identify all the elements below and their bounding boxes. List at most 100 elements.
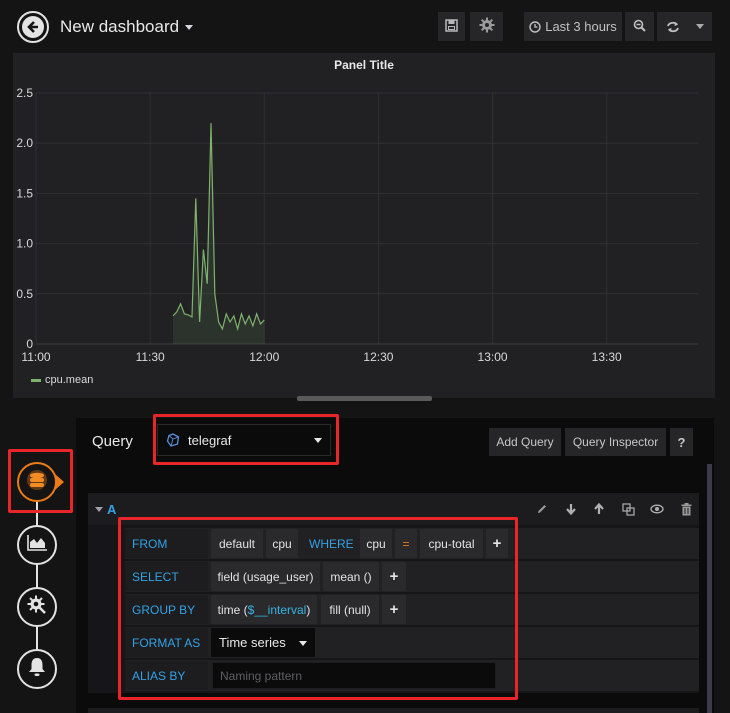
queries-tab[interactable] <box>17 462 57 502</box>
back-button[interactable] <box>17 11 49 43</box>
add-select-part-button[interactable]: + <box>382 562 406 591</box>
x-tick-label: 12:00 <box>249 350 279 364</box>
select-field-segment[interactable]: field (usage_user) <box>211 562 320 591</box>
retention-policy-segment[interactable]: default <box>211 529 263 558</box>
group-by-time-segment[interactable]: time ($__interval) <box>211 595 317 624</box>
refresh-button[interactable] <box>657 12 712 41</box>
add-group-by-button[interactable]: + <box>382 595 406 624</box>
toggle-edit-mode-button[interactable] <box>533 500 551 518</box>
editor-footer-strip <box>88 708 699 713</box>
alert-bell-icon <box>28 657 46 682</box>
arrow-up-icon <box>593 503 605 515</box>
time-range-picker[interactable]: Last 3 hours <box>524 12 622 41</box>
y-tick-label: 2.5 <box>16 86 33 100</box>
add-query-button[interactable]: Add Query <box>489 428 561 456</box>
caret-down-icon <box>185 25 194 31</box>
group-by-keyword: GROUP BY <box>125 595 208 624</box>
zoom-out-icon <box>633 19 646 35</box>
influxdb-icon <box>166 433 180 447</box>
dashboard-title-dropdown[interactable]: New dashboard <box>60 17 194 37</box>
refresh-interval-caret-icon[interactable] <box>696 24 704 29</box>
group-by-fill-segment[interactable]: fill (null) <box>321 595 379 624</box>
queries-icon <box>26 469 48 496</box>
disable-query-button[interactable] <box>648 500 666 518</box>
help-button[interactable]: ? <box>670 428 693 456</box>
x-tick-label: 13:00 <box>478 350 508 364</box>
eye-icon <box>650 504 664 514</box>
query-inspector-button[interactable]: Query Inspector <box>565 428 666 456</box>
group-by-time-prefix: time ( <box>217 602 248 617</box>
alert-tab[interactable] <box>17 649 57 689</box>
x-tick-label: 13:30 <box>592 350 622 364</box>
save-icon <box>445 18 458 35</box>
back-arrow-icon <box>22 16 44 38</box>
save-dashboard-button[interactable] <box>438 12 465 41</box>
panel-resize-handle[interactable] <box>297 396 432 401</box>
trash-icon <box>681 502 692 516</box>
clock-icon <box>529 20 541 33</box>
legend-swatch <box>31 378 41 382</box>
active-tab-pointer <box>55 474 64 490</box>
where-operator-segment[interactable]: = <box>395 529 417 558</box>
caret-down-icon <box>314 438 322 443</box>
time-range-label: Last 3 hours <box>545 19 617 34</box>
format-as-value: Time series <box>219 635 286 650</box>
editor-scrollbar[interactable] <box>707 464 712 713</box>
datasource-select[interactable]: telegraf <box>157 424 331 456</box>
from-keyword: FROM <box>125 529 208 558</box>
zoom-out-button[interactable] <box>625 12 654 41</box>
general-settings-icon <box>27 595 47 620</box>
group-by-time-suffix: ) <box>306 602 311 617</box>
y-tick-label: 0.5 <box>16 287 33 301</box>
graph-panel: Panel Title 0 0.5 1.0 1.5 2.0 2.5 11:00 11:30 12… <box>13 53 715 398</box>
move-down-button[interactable] <box>562 500 580 518</box>
y-tick-label: 1.5 <box>16 186 33 200</box>
y-tick-label: 1.0 <box>16 237 33 251</box>
editor-nav-rail <box>36 480 38 670</box>
select-row: SELECT field (usage_user) mean () + <box>125 561 699 592</box>
visualization-tab[interactable] <box>17 525 57 565</box>
remove-query-button[interactable] <box>677 500 695 518</box>
dashboard-title: New dashboard <box>60 17 180 36</box>
query-row-toggle[interactable]: A <box>95 502 116 517</box>
graph-chart: 0 0.5 1.0 1.5 2.0 2.5 11:00 11:30 12:00 12:30 13:0… <box>16 86 698 364</box>
add-where-condition-button[interactable]: + <box>486 529 508 558</box>
datasource-name: telegraf <box>188 432 232 448</box>
alias-by-keyword: ALIAS BY <box>125 661 208 690</box>
legend-item-cpu-mean[interactable]: cpu.mean <box>45 374 93 386</box>
select-keyword: SELECT <box>125 562 208 591</box>
where-tag-value-segment[interactable]: cpu-total <box>420 529 483 558</box>
series-area-cpu-mean <box>172 123 265 345</box>
duplicate-query-button[interactable] <box>619 500 637 518</box>
x-tick-label: 12:30 <box>363 350 393 364</box>
query-ref-id: A <box>107 502 117 517</box>
group-by-row: GROUP BY time ($__interval) fill (null) … <box>125 594 699 625</box>
general-settings-tab[interactable] <box>17 587 57 627</box>
arrow-down-icon <box>565 503 577 515</box>
refresh-icon <box>666 21 680 33</box>
format-as-keyword: FORMAT AS <box>125 628 208 657</box>
y-tick-label: 0 <box>26 337 33 351</box>
dashboard-settings-button[interactable] <box>470 12 503 41</box>
query-section-label: Query <box>92 433 133 450</box>
x-tick-label: 11:30 <box>136 350 165 364</box>
series-line-cpu-mean <box>172 123 265 332</box>
caret-down-icon <box>299 641 307 646</box>
format-as-row: FORMAT AS Time series <box>125 627 699 658</box>
format-as-select[interactable]: Time series <box>211 628 315 657</box>
pencil-icon <box>536 503 548 515</box>
copy-icon <box>621 502 635 516</box>
alias-by-row: ALIAS BY <box>125 660 699 691</box>
alias-by-input[interactable] <box>212 662 496 689</box>
interval-variable: $__interval <box>247 602 307 617</box>
chart-legend: cpu.mean <box>31 374 93 386</box>
from-row: FROM default cpu WHERE cpu = cpu-total + <box>125 528 699 559</box>
where-keyword: WHERE <box>302 529 356 558</box>
move-up-button[interactable] <box>590 500 608 518</box>
where-tag-key-segment[interactable]: cpu <box>360 529 392 558</box>
measurement-segment[interactable]: cpu <box>266 529 298 558</box>
select-function-segment[interactable]: mean () <box>323 562 379 591</box>
x-tick-label: 11:00 <box>21 350 50 364</box>
y-tick-label: 2.0 <box>16 136 33 150</box>
visualization-icon <box>27 534 47 556</box>
